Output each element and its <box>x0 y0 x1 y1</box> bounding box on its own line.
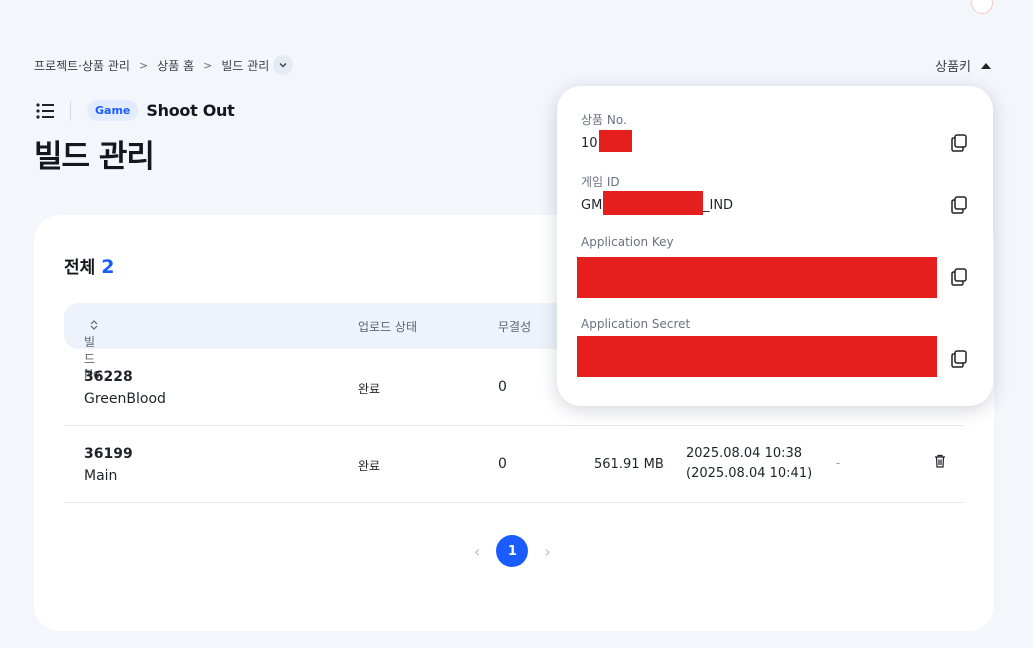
avatar[interactable] <box>971 0 993 14</box>
build-size: 561.91 MB <box>594 457 664 472</box>
build-date-completed: (2025.08.04 10:41) <box>686 466 813 481</box>
next-page-icon[interactable]: › <box>544 542 550 561</box>
integrity: 0 <box>498 379 507 395</box>
integrity: 0 <box>498 456 507 472</box>
build-date: 2025.08.04 10:38 <box>686 446 803 461</box>
build-extra: - <box>836 456 841 470</box>
build-name: Main <box>84 468 118 484</box>
product-no-value: 10 <box>581 136 598 151</box>
application-secret-label: Application Secret <box>581 317 691 331</box>
upload-status: 완료 <box>358 382 381 396</box>
pagination: ‹ 1 › <box>474 535 551 567</box>
breadcrumb-item-build[interactable]: 빌드 관리 <box>221 57 269 74</box>
breadcrumb-item-product-home[interactable]: 상품 홈 <box>157 57 194 74</box>
copy-icon[interactable] <box>951 350 967 368</box>
chevron-down-icon[interactable] <box>273 55 294 75</box>
game-id-label: 게임 ID <box>581 175 620 189</box>
sort-icon[interactable] <box>90 320 98 330</box>
divider <box>70 100 71 121</box>
game-badge: Game <box>87 100 139 121</box>
build-no: 36228 <box>84 369 133 385</box>
caret-up-icon <box>981 62 991 69</box>
product-key-toggle[interactable]: 상품키 <box>935 56 991 75</box>
upload-status: 완료 <box>358 459 381 473</box>
redaction-box <box>577 336 937 377</box>
breadcrumb: 프로젝트·상품 관리 > 상품 홈 > 빌드 관리 <box>34 55 294 75</box>
game-id-prefix: GM <box>581 198 603 213</box>
page-button-current[interactable]: 1 <box>496 535 529 567</box>
build-no: 36199 <box>84 446 133 462</box>
total-count: 2 <box>101 256 115 278</box>
trash-icon[interactable] <box>934 454 946 471</box>
build-name: GreenBlood <box>84 391 166 407</box>
top-icon[interactable] <box>939 0 953 6</box>
application-key-label: Application Key <box>581 235 674 249</box>
breadcrumb-separator: > <box>138 58 149 72</box>
col-integrity: 무결성 <box>498 320 532 334</box>
redaction-box <box>603 191 703 215</box>
game-name: Shoot Out <box>146 101 235 120</box>
product-key-label: 상품키 <box>935 60 971 75</box>
product-no-label: 상품 No. <box>581 113 627 127</box>
copy-icon[interactable] <box>951 196 967 214</box>
product-key-popover: 상품 No. 10 게임 ID GM _IND Application Key … <box>557 86 993 406</box>
breadcrumb-separator: > <box>203 58 213 72</box>
top-icon[interactable] <box>907 0 921 6</box>
copy-icon[interactable] <box>951 134 967 152</box>
table-row[interactable]: 36199 Main 완료 0 561.91 MB 2025.08.04 10:… <box>64 426 964 503</box>
top-icons <box>907 0 993 14</box>
list-menu-icon[interactable] <box>36 102 54 119</box>
game-id-suffix: _IND <box>703 198 734 213</box>
copy-icon[interactable] <box>951 268 967 286</box>
breadcrumb-item-project[interactable]: 프로젝트·상품 관리 <box>34 57 130 74</box>
total-count-heading: 전체 2 <box>64 253 115 278</box>
page-title: 빌드 관리 <box>34 139 155 175</box>
total-label: 전체 <box>64 258 96 278</box>
col-upload-status: 업로드 상태 <box>358 320 418 334</box>
col-build-no[interactable]: 빌드 No. <box>84 318 104 381</box>
redaction-box <box>599 130 632 152</box>
title-bar: Game Shoot Out <box>36 100 235 121</box>
prev-page-icon[interactable]: ‹ <box>474 542 480 561</box>
redaction-box <box>577 257 937 298</box>
